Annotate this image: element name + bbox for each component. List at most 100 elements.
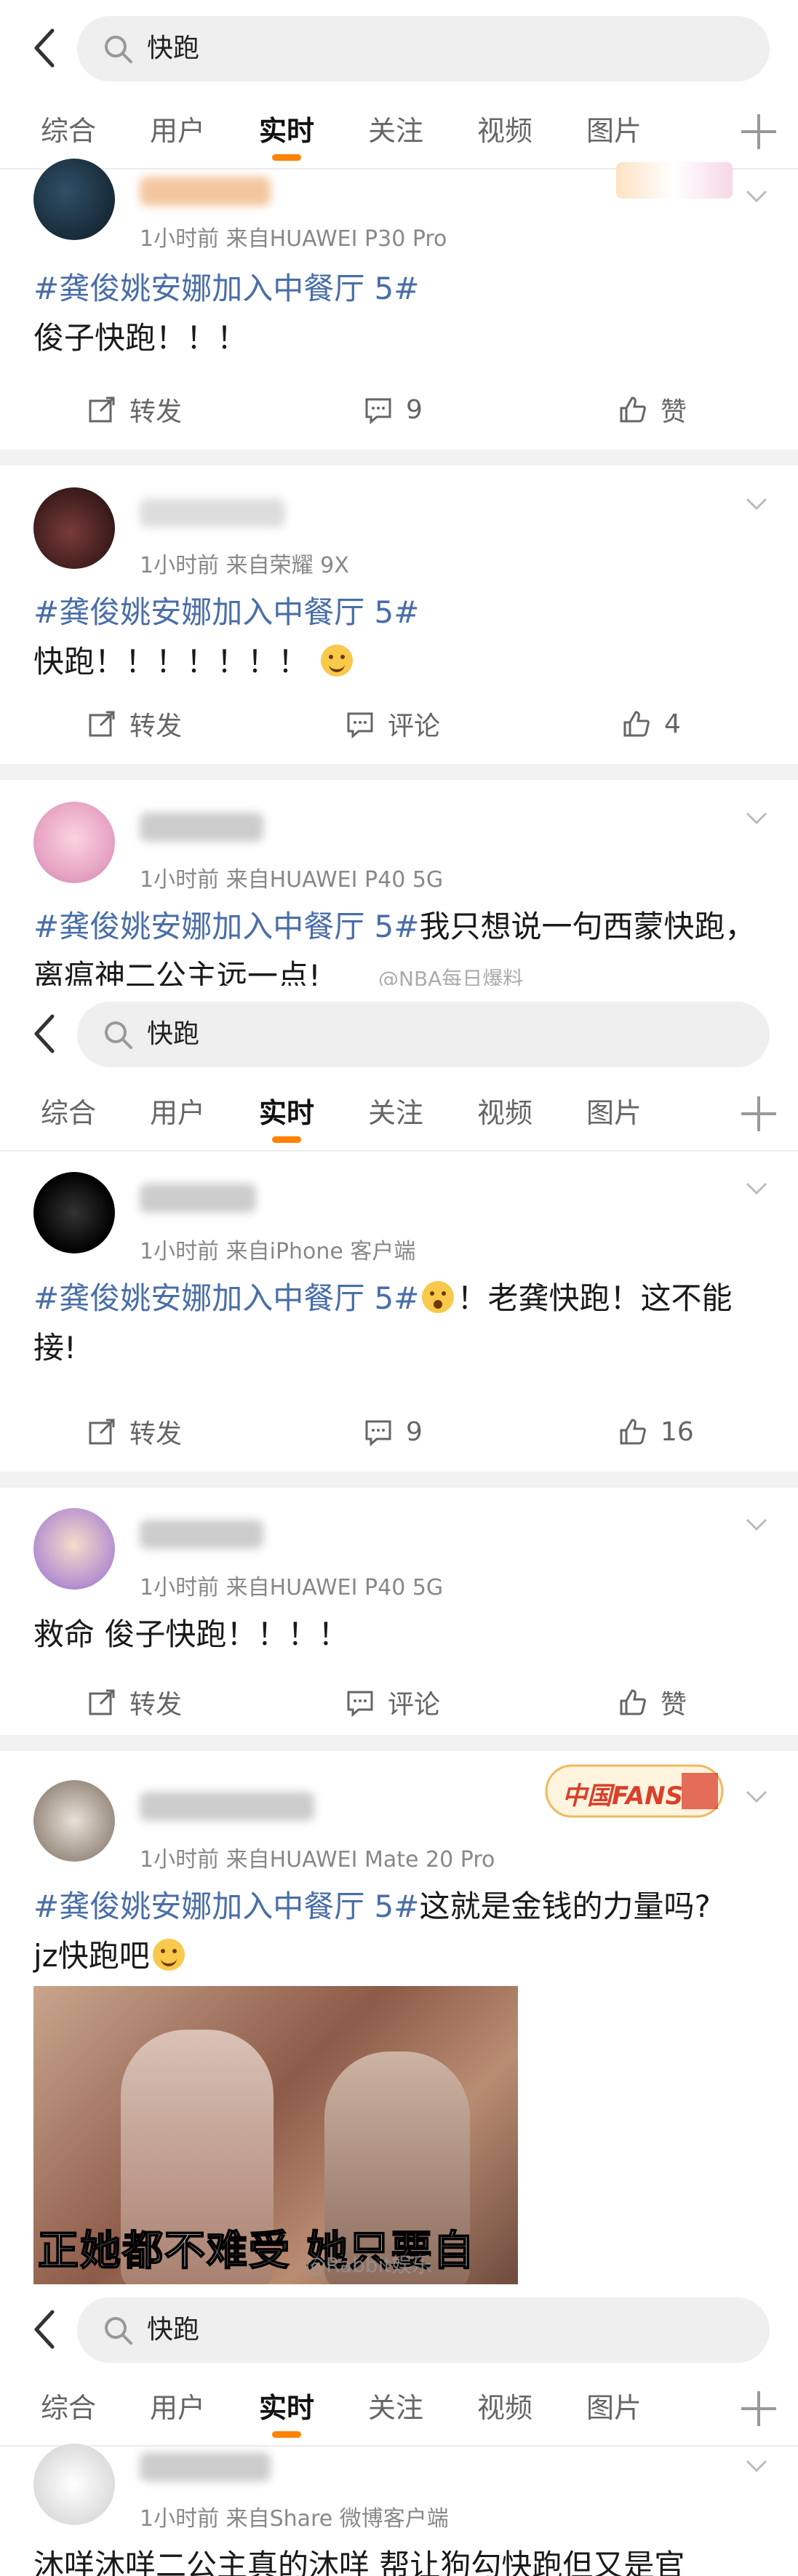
post-content: #龚俊姚安娜加入中餐厅 5# 俊子快跑！！！ xyxy=(33,264,769,363)
avatar[interactable] xyxy=(33,1508,115,1590)
avatar[interactable] xyxy=(33,487,115,569)
meme-image[interactable]: 正她都不难受 她只要自 xyxy=(33,1986,518,2284)
list-item: 1小时前 来自HUAWEI P40 5G #龚俊姚安娜加入中餐厅 5#我只想说一… xyxy=(0,780,798,986)
tab-realtime[interactable]: 实时 xyxy=(243,98,330,164)
topic-link[interactable]: #龚俊姚安娜加入中餐厅 5# xyxy=(33,1889,419,1924)
username-blurred[interactable] xyxy=(140,177,271,206)
list-item: 1小时前 来自荣耀 9X #龚俊姚安娜加入中餐厅 5# 快跑！！！！！！！ 转发… xyxy=(0,466,798,764)
comment-button[interactable]: 9 xyxy=(364,1399,423,1464)
tab-images[interactable]: 图片 xyxy=(570,98,658,164)
repost-icon xyxy=(89,1689,115,1715)
tab-following[interactable]: 关注 xyxy=(352,98,439,164)
tab-users[interactable]: 用户 xyxy=(134,2375,221,2441)
topic-link[interactable]: #龚俊姚安娜加入中餐厅 5# xyxy=(33,594,419,630)
search-query: 快跑 xyxy=(147,2315,200,2345)
username-blurred[interactable] xyxy=(140,1792,314,1821)
tab-realtime[interactable]: 实时 xyxy=(243,1080,330,1146)
search-bar[interactable]: 快跑 xyxy=(77,1002,770,1067)
top-bar: 快跑 xyxy=(0,2284,798,2375)
repost-button[interactable]: 转发 xyxy=(87,1399,182,1464)
avatar[interactable] xyxy=(33,1780,115,1862)
username-blurred[interactable] xyxy=(140,813,263,842)
fan-badge: 中国FANS xyxy=(543,1758,725,1824)
repost-button[interactable]: 转发 xyxy=(87,691,182,757)
comment-button[interactable]: 评论 xyxy=(346,691,440,757)
tab-users[interactable]: 用户 xyxy=(134,98,221,164)
search-icon xyxy=(105,1021,132,1049)
username-blurred[interactable] xyxy=(140,2452,271,2481)
repost-button[interactable]: 转发 xyxy=(87,377,182,442)
fan-badge-label: 中国FANS xyxy=(562,1782,684,1811)
tab-following[interactable]: 关注 xyxy=(352,2375,439,2441)
post-meta: 1小时前 来自HUAWEI P40 5G xyxy=(140,867,444,893)
username-blurred[interactable] xyxy=(140,1520,263,1549)
thumbs-up-icon xyxy=(623,711,650,737)
tab-video[interactable]: 视频 xyxy=(461,98,548,164)
tab-zonghe[interactable]: 综合 xyxy=(25,2375,112,2441)
post-meta: 1小时前 来自Share 微博客户端 xyxy=(140,2506,449,2532)
tab-zonghe[interactable]: 综合 xyxy=(25,1080,112,1146)
tab-images[interactable]: 图片 xyxy=(570,2375,658,2441)
topic-link[interactable]: #龚俊姚安娜加入中餐厅 5# xyxy=(33,909,419,944)
avatar[interactable] xyxy=(33,159,115,240)
action-bar: 转发 9 赞 xyxy=(0,377,798,442)
tab-bar: 综合 用户 实时 关注 视频 图片 xyxy=(0,98,798,170)
search-query: 快跑 xyxy=(147,33,200,63)
comment-button[interactable]: 评论 xyxy=(346,1670,440,1735)
post-text: 这就是金钱的力量吗? xyxy=(419,1889,711,1924)
chevron-down-icon[interactable] xyxy=(744,1176,769,1201)
chevron-down-icon[interactable] xyxy=(744,2454,769,2479)
list-item: 1小时前 来自HUAWEI Mate 20 Pro 中国FANS #龚俊姚安娜加… xyxy=(0,1751,798,2284)
add-tab-icon[interactable] xyxy=(738,1093,779,1134)
tab-video[interactable]: 视频 xyxy=(461,2375,548,2441)
thumbs-up-icon xyxy=(620,1419,646,1445)
divider xyxy=(0,450,798,466)
post-text: 救命 俊子快跑！！！！ xyxy=(33,1616,349,1652)
add-tab-icon[interactable] xyxy=(738,2388,779,2429)
comment-button[interactable]: 9 xyxy=(364,377,423,442)
back-arrow-icon[interactable] xyxy=(31,2308,57,2351)
add-tab-icon[interactable] xyxy=(738,111,779,152)
search-bar[interactable]: 快跑 xyxy=(77,2297,770,2363)
tab-video[interactable]: 视频 xyxy=(461,1080,548,1146)
back-arrow-icon[interactable] xyxy=(31,1012,57,1056)
back-arrow-icon[interactable] xyxy=(31,26,57,70)
post-content: #龚俊姚安娜加入中餐厅 5#这就是金钱的力量吗? jz快跑吧 xyxy=(33,1882,769,1981)
like-button[interactable]: 4 xyxy=(622,691,681,757)
chevron-down-icon[interactable] xyxy=(744,492,769,517)
tab-realtime[interactable]: 实时 xyxy=(243,2375,330,2441)
chevron-down-icon[interactable] xyxy=(744,184,769,209)
watermark: @Rabbit娱乐 xyxy=(306,2253,433,2277)
like-button[interactable]: 16 xyxy=(618,1399,694,1464)
thumbs-up-icon xyxy=(620,1689,646,1715)
like-button[interactable]: 赞 xyxy=(618,1670,687,1735)
avatar[interactable] xyxy=(33,2444,115,2525)
screen-3: 快跑 综合 用户 实时 关注 视频 图片 1小时前 来自Share 微博客户端 … xyxy=(0,2284,798,2576)
search-bar[interactable]: 快跑 xyxy=(77,16,770,81)
tab-following[interactable]: 关注 xyxy=(352,1080,439,1146)
topic-link[interactable]: #龚俊姚安娜加入中餐厅 5# xyxy=(33,1280,419,1316)
tab-users[interactable]: 用户 xyxy=(134,1080,221,1146)
grin-emoji-icon xyxy=(152,1939,185,1971)
chevron-down-icon[interactable] xyxy=(744,1512,769,1537)
comment-icon xyxy=(347,712,373,738)
avatar[interactable] xyxy=(33,1172,115,1253)
list-item: 1小时前 来自iPhone 客户端 #龚俊姚安娜加入中餐厅 5# ！老龚快跑！这不… xyxy=(0,1152,798,1472)
tab-bar: 综合 用户 实时 关注 视频 图片 xyxy=(0,1080,798,1152)
like-button[interactable]: 赞 xyxy=(618,377,687,442)
post-content: #龚俊姚安娜加入中餐厅 5# 快跑！！！！！！！ xyxy=(33,588,769,687)
repost-button[interactable]: 转发 xyxy=(87,1670,182,1735)
tab-zonghe[interactable]: 综合 xyxy=(25,98,112,164)
screen-1: 快跑 综合 用户 实时 关注 视频 图片 1小时前 来自HUAWEI P30 P… xyxy=(0,0,798,986)
topic-link[interactable]: #龚俊姚安娜加入中餐厅 5# xyxy=(33,271,419,306)
search-icon xyxy=(105,2317,132,2345)
repost-icon xyxy=(89,1419,115,1445)
chevron-down-icon[interactable] xyxy=(744,806,769,831)
chevron-down-icon[interactable] xyxy=(744,1785,769,1809)
username-blurred[interactable] xyxy=(140,1184,256,1213)
screen-2: 快跑 综合 用户 实时 关注 视频 图片 1小时前 来自iPhone 客户端 #… xyxy=(0,986,798,2284)
tab-images[interactable]: 图片 xyxy=(570,1080,658,1146)
username-blurred[interactable] xyxy=(140,498,285,527)
avatar[interactable] xyxy=(33,802,115,883)
comment-icon xyxy=(347,1691,373,1717)
